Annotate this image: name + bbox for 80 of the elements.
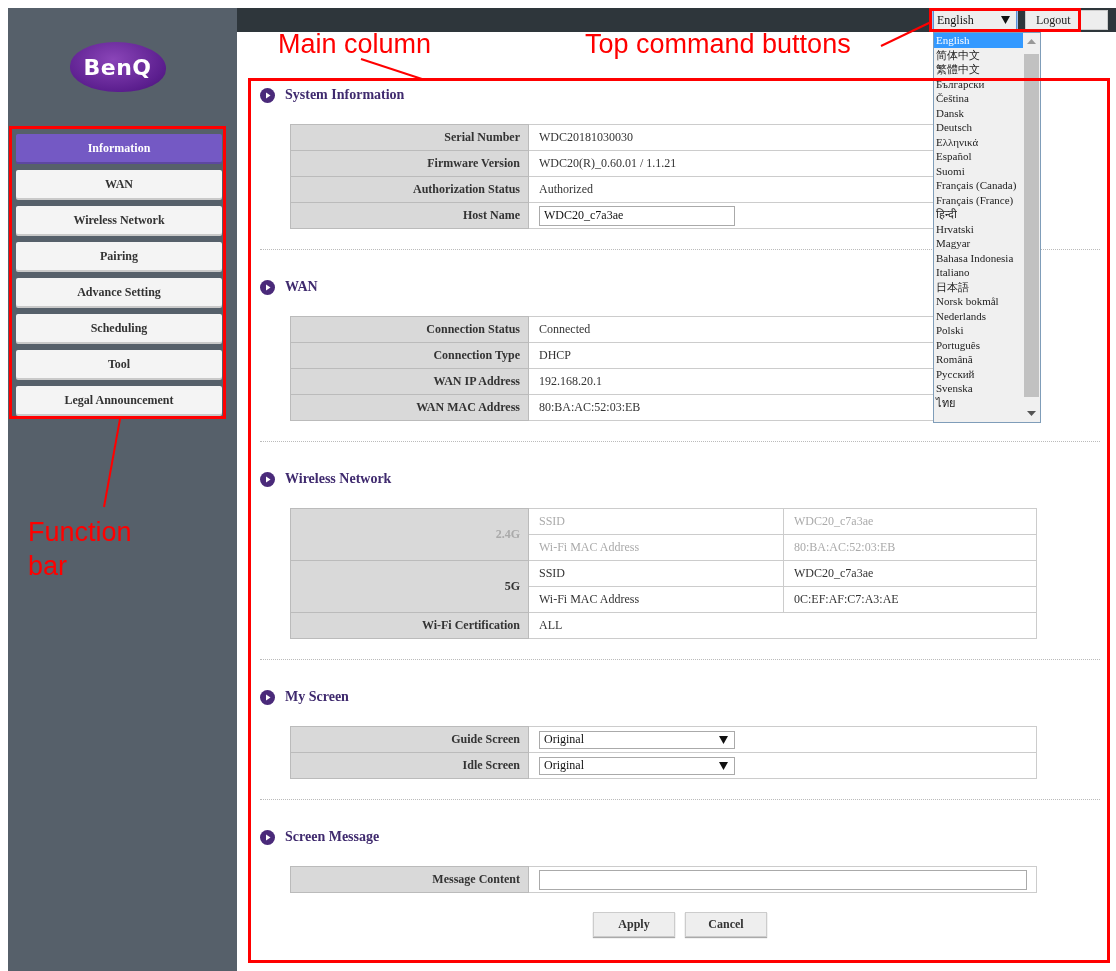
field-label: Idle Screen <box>290 752 529 779</box>
language-option[interactable]: Norsk bokmål <box>934 294 1023 309</box>
language-option[interactable]: Български <box>934 76 1023 91</box>
field-value: 80:BA:AC:52:03:EB <box>783 534 1037 561</box>
sidebar-item[interactable]: Tool <box>16 350 222 378</box>
section-title: System Information <box>285 87 405 103</box>
language-option[interactable]: Français (Canada) <box>934 178 1023 193</box>
action-button[interactable]: Apply <box>593 912 675 937</box>
language-option[interactable]: Ελληνικά <box>934 134 1023 149</box>
language-option[interactable]: 简体中文 <box>934 47 1023 62</box>
action-button[interactable]: Cancel <box>685 912 767 937</box>
play-circle-icon <box>260 87 275 103</box>
select-dropdown[interactable]: Original <box>539 730 735 749</box>
band-label: 5G <box>290 560 529 613</box>
language-option[interactable]: हिन्दी <box>934 207 1023 222</box>
field-name: Wi-Fi MAC Address <box>528 586 784 613</box>
language-option[interactable]: 日本語 <box>934 279 1023 294</box>
play-circle-icon <box>260 689 275 705</box>
language-option[interactable]: 繁體中文 <box>934 62 1023 77</box>
annotation-label: Function bar <box>28 516 133 583</box>
brand-logo: BenQ <box>69 42 166 92</box>
language-option[interactable]: Hrvatski <box>934 221 1023 236</box>
leader-line <box>360 58 426 82</box>
caret-icon <box>1001 16 1010 24</box>
field-label: WAN IP Address <box>290 368 529 395</box>
language-option[interactable]: Magyar <box>934 236 1023 251</box>
sidebar-item[interactable]: Scheduling <box>16 314 222 342</box>
sidebar-item[interactable]: Legal Announcement <box>16 386 222 414</box>
field-label: Serial Number <box>290 124 529 151</box>
input-field[interactable]: WDC20_c7a3ae <box>539 205 735 226</box>
sidebar-item[interactable]: Information <box>16 134 222 162</box>
language-select[interactable]: English <box>933 10 1017 30</box>
field-label: Connection Status <box>290 316 529 343</box>
play-circle-icon <box>260 471 275 487</box>
sidebar-item[interactable]: Pairing <box>16 242 222 270</box>
field-label: Wi-Fi Certification <box>290 612 529 639</box>
input-field[interactable] <box>539 869 1027 890</box>
play-circle-icon <box>260 829 275 845</box>
caret-icon <box>719 735 728 744</box>
section-title: My Screen <box>285 689 349 705</box>
field-label: Authorization Status <box>290 176 529 203</box>
field-value: 0C:EF:AF:C7:A3:AE <box>783 586 1037 613</box>
language-option[interactable]: Suomi <box>934 163 1023 178</box>
field-value: WDC20_c7a3ae <box>783 508 1037 535</box>
annotation-label: Top command buttons <box>585 28 851 61</box>
language-option[interactable]: Italiano <box>934 265 1023 280</box>
language-option[interactable]: Español <box>934 149 1023 164</box>
language-option[interactable]: Română <box>934 352 1023 367</box>
field-value: ALL <box>528 612 1037 639</box>
field-value: WDC20_c7a3ae <box>783 560 1037 587</box>
field-name: SSID <box>528 560 784 587</box>
field-label: Host Name <box>290 202 529 229</box>
language-option[interactable]: Svenska <box>934 381 1023 396</box>
logout-button[interactable]: Logout <box>1025 10 1108 30</box>
language-option[interactable]: Dansk <box>934 105 1023 120</box>
scroll-up-icon[interactable] <box>1027 39 1036 44</box>
play-circle-icon <box>260 279 275 295</box>
section-title: Wireless Network <box>285 471 392 487</box>
language-option[interactable]: ไทย <box>934 395 1023 410</box>
language-option[interactable]: Čeština <box>934 91 1023 106</box>
field-label: WAN MAC Address <box>290 394 529 421</box>
scroll-down-icon[interactable] <box>1027 411 1036 416</box>
field-label: Message Content <box>290 866 529 893</box>
field-label: Guide Screen <box>290 726 529 753</box>
field-name: SSID <box>528 508 784 535</box>
sidebar-item[interactable]: Advance Setting <box>16 278 222 306</box>
section-title: WAN <box>285 279 318 295</box>
section-title: Screen Message <box>285 829 380 845</box>
select-dropdown[interactable]: Original <box>539 756 735 775</box>
field-label: Firmware Version <box>290 150 529 177</box>
annotation-label: Main column <box>278 28 432 61</box>
sidebar-item[interactable]: Wireless Network <box>16 206 222 234</box>
field-name: Wi-Fi MAC Address <box>528 534 784 561</box>
field-label: Connection Type <box>290 342 529 369</box>
language-option[interactable]: Bahasa Indonesia <box>934 250 1023 265</box>
leader-line <box>880 20 932 48</box>
sidebar-item[interactable]: WAN <box>16 170 222 198</box>
language-option[interactable]: Polski <box>934 323 1023 338</box>
language-option[interactable]: Русский <box>934 366 1023 381</box>
caret-icon <box>719 761 728 770</box>
